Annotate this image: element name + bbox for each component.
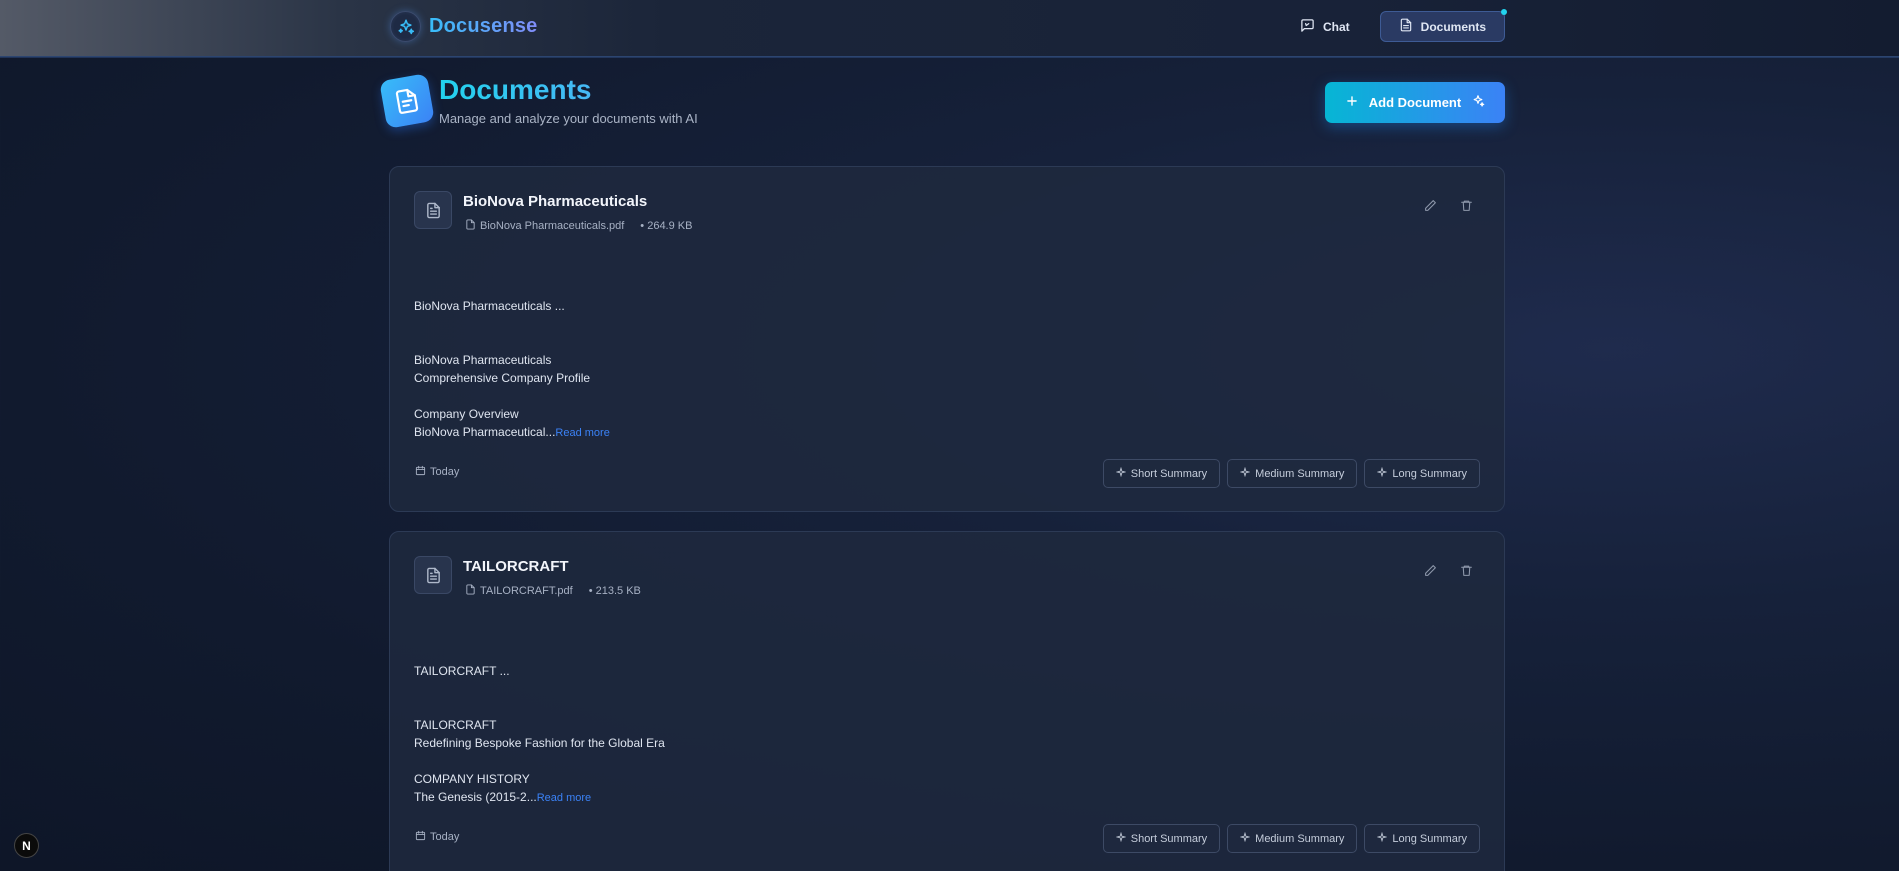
preview-line: Comprehensive Company Profile (414, 371, 591, 385)
document-actions (1422, 197, 1474, 213)
main-nav: Chat Documents (1282, 9, 1507, 42)
add-document-button[interactable]: Add Document (1325, 82, 1505, 123)
long-summary-button[interactable]: Long Summary (1364, 459, 1480, 488)
preview-line (414, 752, 665, 770)
sparkle-icon (1239, 466, 1251, 480)
file-icon (465, 584, 476, 598)
document-filename: BioNova Pharmaceuticals.pdf (480, 220, 625, 232)
preview-line: Company Overview (414, 407, 519, 421)
document-title: BioNova Pharmaceuticals (463, 193, 648, 210)
long-summary-label: Long Summary (1392, 832, 1467, 845)
preview-line: Redefining Bespoke Fashion for the Globa… (414, 736, 665, 750)
sparkles-icon (390, 11, 421, 42)
medium-summary-label: Medium Summary (1255, 832, 1345, 845)
pencil-icon[interactable] (1422, 562, 1438, 578)
preview-line (414, 315, 610, 333)
medium-summary-button[interactable]: Medium Summary (1227, 824, 1358, 853)
nav-chat[interactable]: Chat (1282, 11, 1368, 42)
short-summary-label: Short Summary (1130, 832, 1208, 845)
plus-icon (1345, 94, 1359, 111)
summary-buttons: Short Summary Medium Summary Long Summar… (1102, 459, 1480, 488)
nav-documents[interactable]: Documents (1379, 9, 1507, 42)
medium-summary-label: Medium Summary (1255, 467, 1345, 480)
file-icon (465, 219, 476, 233)
file-text-icon (414, 191, 452, 229)
top-navbar: Docusense Chat Documents (0, 0, 1899, 57)
long-summary-button[interactable]: Long Summary (1364, 824, 1480, 853)
document-date: Today (415, 830, 459, 844)
calendar-icon (415, 830, 426, 844)
document-meta: BioNova Pharmaceuticals.pdf • 264.9 KB (465, 219, 692, 233)
long-summary-label: Long Summary (1392, 467, 1467, 480)
preview-line: COMPANY HISTORY (414, 772, 530, 786)
preview-line: BioNova Pharmaceutical... (414, 425, 556, 439)
page-header: Documents Manage and analyze your docume… (379, 73, 698, 129)
dev-tools-badge[interactable]: N (14, 833, 39, 858)
document-card[interactable]: TAILORCRAFT TAILORCRAFT.pdf • 213.5 KB T… (389, 531, 1505, 871)
document-header-icon (379, 73, 435, 129)
summary-buttons: Short Summary Medium Summary Long Summar… (1102, 824, 1480, 853)
document-actions (1422, 562, 1474, 578)
short-summary-button[interactable]: Short Summary (1102, 824, 1221, 853)
brand-name: Docusense (429, 15, 538, 37)
document-date: Today (415, 465, 459, 479)
preview-line (414, 387, 610, 405)
document-card[interactable]: BioNova Pharmaceuticals BioNova Pharmace… (389, 166, 1505, 512)
medium-summary-button[interactable]: Medium Summary (1227, 459, 1358, 488)
read-more-link[interactable]: Read more (555, 427, 609, 439)
read-more-link[interactable]: Read more (537, 792, 591, 804)
preview-line: TAILORCRAFT ... (414, 664, 510, 678)
document-preview: BioNova Pharmaceuticals ... BioNova Phar… (414, 297, 610, 441)
file-text-icon (414, 556, 452, 594)
document-filename: TAILORCRAFT.pdf (480, 585, 573, 597)
preview-line (414, 680, 665, 698)
document-meta: TAILORCRAFT.pdf • 213.5 KB (465, 584, 641, 598)
sparkle-icon (1115, 466, 1127, 480)
trash-icon[interactable] (1458, 197, 1474, 213)
nav-chat-label: Chat (1322, 19, 1350, 34)
page-subtitle: Manage and analyze your documents with A… (439, 111, 698, 126)
short-summary-button[interactable]: Short Summary (1102, 459, 1221, 488)
short-summary-label: Short Summary (1130, 467, 1208, 480)
nav-documents-label: Documents (1420, 19, 1486, 34)
preview-line: TAILORCRAFT (414, 718, 497, 732)
sparkle-icon (1239, 831, 1251, 845)
sparkle-icon (1377, 831, 1388, 845)
sparkles-icon (1471, 94, 1485, 111)
date-label: Today (430, 831, 460, 843)
pencil-icon[interactable] (1422, 197, 1438, 213)
sparkle-icon (1115, 831, 1127, 845)
document-title: TAILORCRAFT (463, 558, 569, 575)
date-label: Today (430, 466, 460, 478)
preview-line: The Genesis (2015-2... (414, 790, 537, 804)
preview-line (414, 698, 665, 716)
add-document-label: Add Document (1368, 95, 1462, 110)
page-title: Documents (439, 75, 698, 105)
document-size: • 264.9 KB (640, 220, 693, 232)
file-text-icon (1399, 18, 1413, 35)
preview-line: BioNova Pharmaceuticals (414, 353, 552, 367)
active-indicator-dot (1501, 9, 1507, 15)
sparkle-icon (1377, 466, 1388, 480)
calendar-icon (415, 465, 426, 479)
document-preview: TAILORCRAFT ... TAILORCRAFT Redefining B… (414, 662, 665, 806)
brand[interactable]: Docusense (390, 11, 538, 42)
trash-icon[interactable] (1458, 562, 1474, 578)
preview-line (414, 333, 610, 351)
message-square-icon (1300, 18, 1315, 36)
document-size: • 213.5 KB (588, 585, 641, 597)
preview-line: BioNova Pharmaceuticals ... (414, 299, 565, 313)
